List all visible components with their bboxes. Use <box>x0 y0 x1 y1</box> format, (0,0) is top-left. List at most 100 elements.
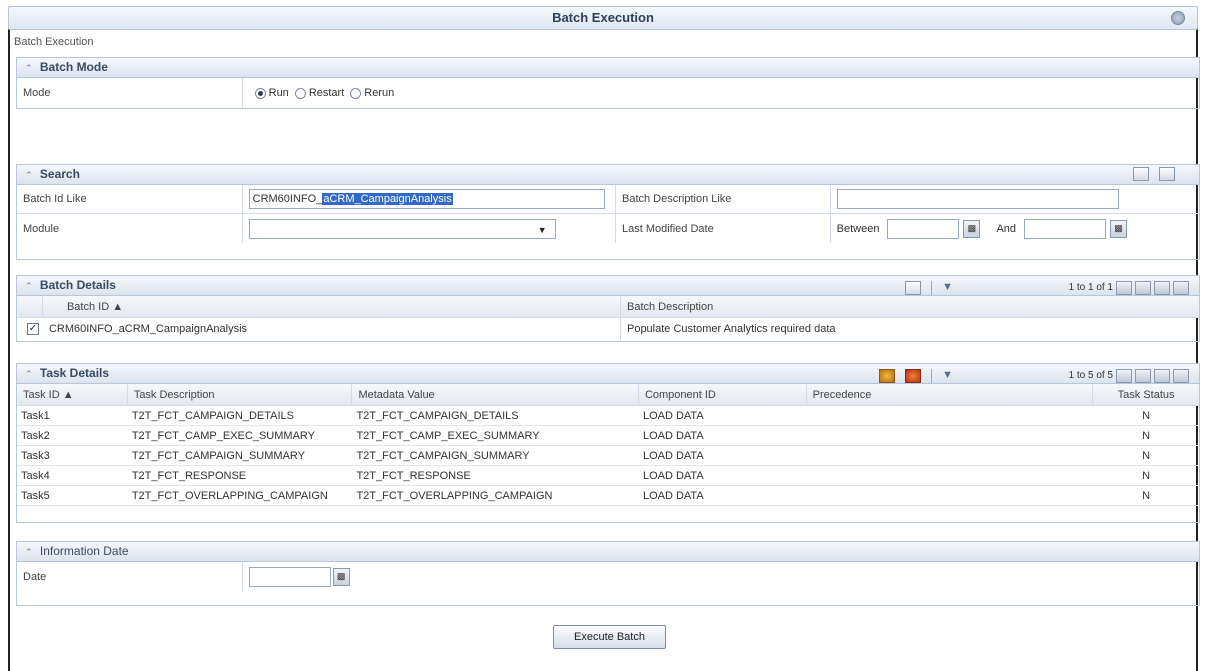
next-page-button[interactable] <box>1154 368 1170 383</box>
batch-mode-header[interactable]: ⌃ Batch Mode <box>17 58 1199 78</box>
breadcrumb: Batch Execution <box>14 36 94 48</box>
task-pager: 1 to 5 of 5 <box>1069 366 1189 385</box>
and-label: And <box>996 222 1017 235</box>
collapse-icon[interactable]: ⌃ <box>25 369 33 379</box>
task-cell-meta: T2T_FCT_CAMPAIGN_SUMMARY <box>356 449 530 462</box>
batch-table-header: Batch ID ▲ Batch Description <box>17 296 1199 318</box>
batch-id-selected-text: aCRM_CampaignAnalysis <box>322 193 453 205</box>
task-cell-id: Task1 <box>21 409 50 422</box>
table-row[interactable]: Task3 T2T_FCT_CAMPAIGN_SUMMARY T2T_FCT_CAM… <box>17 446 1199 466</box>
table-row[interactable]: Task1 T2T_FCT_CAMPAIGN_DETAILS T2T_FCT_CAM… <box>17 406 1199 426</box>
task-cell-component: LOAD DATA <box>642 469 704 482</box>
task-cell-id: Task3 <box>21 449 50 462</box>
view-icon[interactable] <box>905 280 922 295</box>
task-cell-desc: T2T_FCT_OVERLAPPING_CAMPAIGN <box>131 489 328 502</box>
task-cell-component: LOAD DATA <box>642 489 704 502</box>
batch-details-header[interactable]: ⌃ Batch Details ▼ 1 to 1 of 1 <box>17 276 1199 296</box>
batch-id-input[interactable]: CRM60INFO_ aCRM_CampaignAnalysis <box>243 185 616 213</box>
table-row[interactable]: ✓ CRM60INFO_aCRM_CampaignAnalysis Popula… <box>17 318 1199 340</box>
date-from-input[interactable] <box>887 218 960 239</box>
collapse-icon[interactable]: ⌃ <box>25 63 33 73</box>
information-date-header[interactable]: ⌃ Information Date <box>17 542 1199 562</box>
col-precedence[interactable]: Precedence <box>807 384 1094 405</box>
pager-text: 1 to 5 of 5 <box>1068 370 1113 381</box>
radio-rerun-label[interactable]: Rerun <box>364 87 394 99</box>
task-cell-id: Task2 <box>21 429 50 442</box>
search-header[interactable]: ⌃ Search <box>17 165 1199 185</box>
information-date-input[interactable] <box>248 567 331 587</box>
batch-description-cell: Populate Customer Analytics required dat… <box>626 323 836 335</box>
date-to-input[interactable] <box>1024 218 1107 239</box>
section-title: Batch Mode <box>39 60 108 74</box>
table-row[interactable]: Task5 T2T_FCT_OVERLAPPING_CAMPAIGN T2T_FCT… <box>17 486 1199 506</box>
last-page-button[interactable] <box>1173 368 1189 383</box>
batch-desc-input[interactable] <box>836 189 1119 209</box>
table-row[interactable]: Task4 T2T_FCT_RESPONSE T2T_FCT_RESPONSE LOA… <box>17 466 1199 486</box>
col-task-status[interactable]: Task Status <box>1093 384 1199 405</box>
col-batch-id[interactable]: Batch ID ▲ <box>43 296 621 317</box>
calendar-icon[interactable]: ▩ <box>1110 219 1128 238</box>
task-cell-status: N <box>1142 489 1151 502</box>
task-details-section: ⌃ Task Details ▼ 1 to 5 of 5 Task ID ▲ T… <box>16 363 1200 523</box>
section-title: Task Details <box>39 366 110 380</box>
task-table-body: Task1 T2T_FCT_CAMPAIGN_DETAILS T2T_FCT_CAM… <box>17 406 1199 506</box>
collapse-icon[interactable]: ⌃ <box>25 170 33 180</box>
task-cell-meta: T2T_FCT_CAMP_EXEC_SUMMARY <box>356 429 540 442</box>
radio-run[interactable] <box>254 87 266 99</box>
prev-page-button[interactable] <box>1135 280 1151 295</box>
next-page-button[interactable] <box>1154 280 1170 295</box>
information-date-section: ⌃ Information Date Date ▩ <box>16 541 1200 606</box>
execute-batch-button[interactable]: Execute Batch <box>553 625 666 649</box>
section-title: Search <box>39 167 80 181</box>
between-label: Between <box>836 222 880 235</box>
calendar-icon[interactable]: ▩ <box>332 568 350 586</box>
radio-restart-label[interactable]: Restart <box>309 87 344 99</box>
chevron-down-icon[interactable]: ▼ <box>538 225 547 235</box>
section-title: Information Date <box>39 544 129 558</box>
col-component-id[interactable]: Component ID <box>639 384 807 405</box>
add-precedence-icon[interactable] <box>879 368 896 383</box>
radio-rerun[interactable] <box>350 87 362 99</box>
batch-pager: 1 to 1 of 1 <box>1069 278 1189 297</box>
module-select[interactable]: ▼ <box>248 218 556 239</box>
help-icon[interactable] <box>1171 11 1185 25</box>
task-cell-status: N <box>1142 469 1151 482</box>
radio-restart[interactable] <box>294 87 306 99</box>
remove-precedence-icon[interactable] <box>905 368 922 383</box>
last-page-button[interactable] <box>1173 280 1189 295</box>
filter-icon[interactable]: ▼ <box>942 278 953 297</box>
col-batch-description[interactable]: Batch Description <box>621 296 1199 317</box>
task-cell-meta: T2T_FCT_CAMPAIGN_DETAILS <box>356 409 519 422</box>
collapse-icon[interactable]: ⌃ <box>25 547 33 557</box>
task-cell-id: Task4 <box>21 469 50 482</box>
batch-id-label: Batch Id Like <box>17 185 243 213</box>
mode-label: Mode <box>17 78 243 108</box>
filter-icon[interactable]: ▼ <box>942 366 953 385</box>
task-cell-desc: T2T_FCT_CAMPAIGN_SUMMARY <box>131 449 305 462</box>
col-task-id[interactable]: Task ID ▲ <box>17 384 128 405</box>
prev-page-button[interactable] <box>1135 368 1151 383</box>
collapse-icon[interactable]: ⌃ <box>25 281 33 291</box>
first-page-button[interactable] <box>1116 368 1132 383</box>
reset-icon[interactable] <box>1159 167 1175 181</box>
task-details-header[interactable]: ⌃ Task Details ▼ 1 to 5 of 5 <box>17 364 1199 384</box>
row-checkbox[interactable]: ✓ <box>27 323 39 335</box>
calendar-icon[interactable]: ▩ <box>963 219 981 238</box>
page-title-bar: Batch Execution <box>8 6 1198 30</box>
task-cell-component: LOAD DATA <box>642 429 704 442</box>
section-title: Batch Details <box>39 278 116 292</box>
first-page-button[interactable] <box>1116 280 1132 295</box>
task-cell-component: LOAD DATA <box>642 409 704 422</box>
radio-run-label[interactable]: Run <box>269 87 289 99</box>
module-label: Module <box>17 214 243 243</box>
batch-id-cell: CRM60INFO_aCRM_CampaignAnalysis <box>43 318 621 340</box>
task-cell-id: Task5 <box>21 489 50 502</box>
col-task-description[interactable]: Task Description <box>128 384 353 405</box>
task-cell-desc: T2T_FCT_RESPONSE <box>131 469 247 482</box>
task-cell-meta: T2T_FCT_OVERLAPPING_CAMPAIGN <box>356 489 553 502</box>
col-metadata-value[interactable]: Metadata Value <box>352 384 639 405</box>
search-section: ⌃ Search Batch Id Like CRM60INFO_ aCRM_C… <box>16 164 1200 260</box>
table-row[interactable]: Task2 T2T_FCT_CAMP_EXEC_SUMMARY T2T_FCT_CA… <box>17 426 1199 446</box>
task-cell-status: N <box>1142 409 1151 422</box>
search-icon[interactable] <box>1133 167 1149 181</box>
